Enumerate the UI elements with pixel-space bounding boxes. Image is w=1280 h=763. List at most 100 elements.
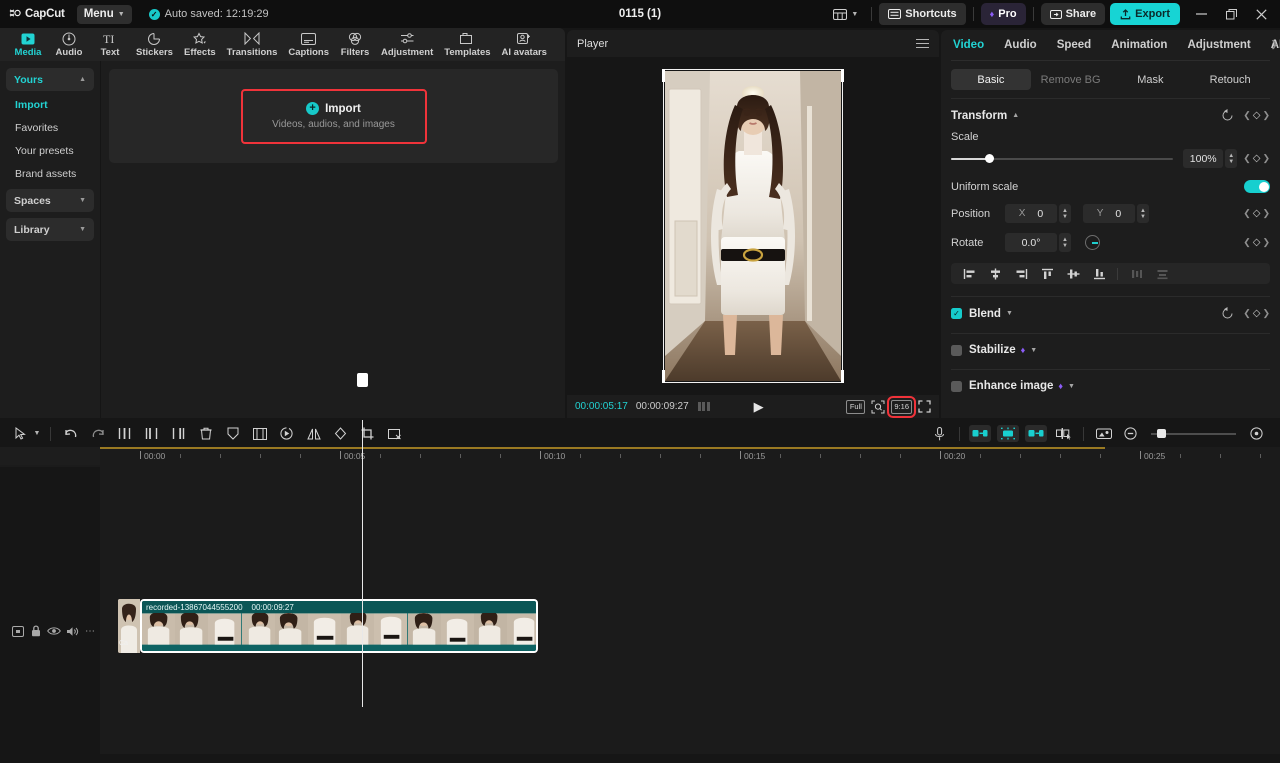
position-y-input[interactable]: Y 0 [1083, 204, 1135, 223]
quality-button[interactable]: Full [846, 400, 865, 414]
resize-handle-bottom-left[interactable] [662, 370, 665, 383]
scale-stepper[interactable]: ▲▼ [1225, 149, 1237, 168]
sidebar-item-favorites[interactable]: Favorites [6, 116, 94, 139]
position-keyframe-control[interactable]: ❮◇❯ [1243, 208, 1270, 219]
media-drop-zone[interactable]: + Import Videos, audios, and images [109, 69, 558, 163]
undo-icon[interactable] [57, 423, 84, 444]
distribute-horizontal-icon[interactable] [1123, 264, 1149, 283]
export-button[interactable]: Export [1110, 3, 1180, 25]
reset-icon[interactable] [1221, 307, 1234, 320]
split-icon[interactable] [111, 423, 138, 444]
preview-icon[interactable] [1090, 423, 1117, 444]
tab-templates[interactable]: Templates [439, 28, 495, 61]
pro-button[interactable]: ♦ Pro [981, 3, 1026, 25]
sidebar-group-spaces[interactable]: Spaces ▼ [6, 189, 94, 212]
resize-handle-top-left[interactable] [662, 69, 665, 82]
split-cursor-icon[interactable] [1050, 423, 1077, 444]
tab-adjustment[interactable]: Adjustment [376, 28, 438, 61]
tab-filters[interactable]: Filters [335, 28, 375, 61]
tab-audio[interactable]: Audio [49, 28, 89, 61]
align-middle-vertical-icon[interactable] [1060, 264, 1086, 283]
speaker-icon[interactable] [63, 622, 81, 640]
uniform-scale-toggle[interactable] [1244, 180, 1270, 193]
scale-value-input[interactable]: 100% [1183, 149, 1223, 168]
remove-icon[interactable] [381, 423, 408, 444]
track-thumb-icon[interactable] [9, 622, 27, 640]
stabilize-checkbox[interactable] [951, 345, 962, 356]
timeline-ruler[interactable]: 00:00 00:05 00:10 00:15 00:20 00:25 [0, 447, 1280, 467]
scale-keyframe-control[interactable]: ❮◇❯ [1243, 153, 1270, 164]
redo-icon[interactable] [84, 423, 111, 444]
align-center-horizontal-icon[interactable] [982, 264, 1008, 283]
keyframe-control[interactable]: ❮◇❯ [1243, 110, 1270, 121]
blend-keyframe-control[interactable]: ❮◇❯ [1243, 308, 1270, 319]
timeline-zoom-slider[interactable] [1151, 433, 1236, 435]
tab-adjustment-props[interactable]: Adjustment [1187, 39, 1250, 51]
position-x-input[interactable]: X 0 [1005, 204, 1057, 223]
zoom-in-icon[interactable] [1243, 423, 1270, 444]
tabs-overflow-icon[interactable]: ❯ [1270, 39, 1278, 50]
select-arrow-icon[interactable] [10, 423, 30, 444]
tab-speed[interactable]: Speed [1057, 39, 1092, 51]
mark-icon[interactable] [219, 423, 246, 444]
lock-icon[interactable] [27, 622, 45, 640]
eye-icon[interactable] [45, 622, 63, 640]
align-bottom-icon[interactable] [1086, 264, 1112, 283]
mirror-icon[interactable] [300, 423, 327, 444]
enhance-image-checkbox[interactable] [951, 381, 962, 392]
tab-text[interactable]: TI Text [90, 28, 130, 61]
chevron-up-icon[interactable]: ▲ [1012, 112, 1019, 119]
seg-remove-bg[interactable]: Remove BG [1031, 69, 1111, 90]
select-mode-dropdown[interactable]: ▼ [30, 423, 44, 444]
align-top-icon[interactable] [1034, 264, 1060, 283]
magnifier-icon[interactable] [871, 400, 885, 414]
position-y-stepper[interactable]: ▲▼ [1137, 204, 1149, 223]
align-left-icon[interactable] [956, 264, 982, 283]
tab-audio-props[interactable]: Audio [1004, 39, 1037, 51]
aspect-ratio-button[interactable]: 9:16 [891, 400, 912, 414]
frames-icon[interactable] [698, 402, 710, 411]
maximize-restore-button[interactable] [1216, 0, 1246, 28]
position-x-stepper[interactable]: ▲▼ [1059, 204, 1071, 223]
resize-handle-bottom-right[interactable] [841, 370, 844, 383]
tab-video[interactable]: Video [953, 39, 984, 51]
sidebar-group-library[interactable]: Library ▼ [6, 218, 94, 241]
video-clip[interactable]: recorded-13867044555200 00:00:09:27 [140, 599, 538, 653]
import-button[interactable]: + Import Videos, audios, and images [241, 89, 427, 144]
transform-icon[interactable] [327, 423, 354, 444]
layout-button[interactable]: ▼ [827, 4, 864, 25]
minimize-button[interactable] [1186, 0, 1216, 28]
fullscreen-icon[interactable] [918, 400, 931, 413]
chevron-down-icon[interactable]: ▼ [1006, 310, 1013, 317]
delete-icon[interactable] [192, 423, 219, 444]
resize-handle-top-right[interactable] [841, 69, 844, 82]
timeline-zoom-knob[interactable] [1157, 429, 1166, 438]
trim-right-icon[interactable] [165, 423, 192, 444]
sidebar-item-your-presets[interactable]: Your presets [6, 139, 94, 162]
seg-retouch[interactable]: Retouch [1190, 69, 1270, 90]
align-right-icon[interactable] [1008, 264, 1034, 283]
rotate-input[interactable]: 0.0° [1005, 233, 1057, 252]
zoom-out-icon[interactable] [1117, 423, 1144, 444]
more-icon[interactable]: ⋯ [81, 622, 99, 640]
playhead[interactable] [362, 420, 363, 707]
scale-slider[interactable] [951, 158, 1173, 160]
reset-icon[interactable] [1221, 109, 1234, 122]
rotate-keyframe-control[interactable]: ❮◇❯ [1243, 237, 1270, 248]
microphone-icon[interactable] [926, 423, 953, 444]
scale-slider-knob[interactable] [985, 154, 994, 163]
menu-button[interactable]: Menu ▼ [77, 5, 132, 24]
chevron-down-icon[interactable]: ▼ [1030, 347, 1037, 354]
sidebar-item-brand-assets[interactable]: Brand assets [6, 162, 94, 185]
distribute-vertical-icon[interactable] [1149, 264, 1175, 283]
playhead-handle[interactable] [357, 373, 368, 387]
rotate-dial[interactable] [1085, 235, 1100, 250]
seg-basic[interactable]: Basic [951, 69, 1031, 90]
trim-left-icon[interactable] [138, 423, 165, 444]
play-button[interactable]: ▶ [754, 399, 764, 415]
freeze-frame-icon[interactable] [246, 423, 273, 444]
crop-icon[interactable] [354, 423, 381, 444]
seg-mask[interactable]: Mask [1111, 69, 1191, 90]
auto-cut-icon[interactable] [969, 425, 991, 442]
share-button[interactable]: Share [1041, 3, 1106, 25]
